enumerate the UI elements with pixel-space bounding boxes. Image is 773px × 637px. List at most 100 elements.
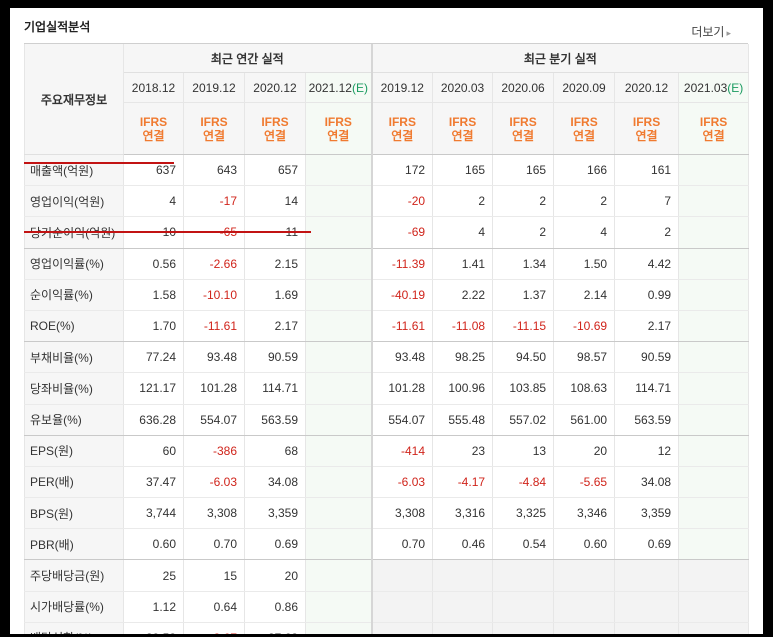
table-row: EPS(원) 60 -386 68 -414 23 13 20 12 bbox=[24, 435, 750, 467]
accounting-basis: IFRS 연결 bbox=[370, 102, 434, 155]
basis-line-2: 연결 bbox=[327, 128, 350, 143]
estimate-cell bbox=[678, 528, 750, 561]
value-cell: 98.25 bbox=[432, 341, 494, 374]
accounting-basis: IFRS 연결 bbox=[183, 102, 245, 155]
basis-line-2: 연결 bbox=[142, 128, 165, 143]
value-cell: 555.48 bbox=[432, 404, 494, 436]
value-cell: 114.71 bbox=[244, 372, 306, 405]
row-header-label: 주요재무정보 bbox=[24, 44, 124, 155]
estimate-cell bbox=[678, 466, 750, 499]
period-text: 2020.12 bbox=[624, 80, 669, 95]
table-row: 매출액(억원) 637 643 657 172 165 165 166 161 bbox=[24, 154, 750, 187]
value-cell: 68 bbox=[244, 435, 306, 467]
estimate-mark: (E) bbox=[727, 80, 744, 95]
row-label: PBR(배) bbox=[24, 528, 124, 561]
value-cell: 1.50 bbox=[553, 248, 616, 280]
value-cell: -4.17 bbox=[432, 466, 494, 499]
period-text: 2021.12 bbox=[308, 80, 352, 95]
row-label: 유보율(%) bbox=[24, 404, 124, 436]
value-cell: 15 bbox=[183, 559, 245, 592]
table-row: 영업이익률(%) 0.56 -2.66 2.15 -11.39 1.41 1.34 1.50 4… bbox=[24, 248, 750, 280]
value-cell: 101.28 bbox=[183, 372, 245, 405]
value-cell: -6.03 bbox=[370, 466, 434, 499]
table-row: 유보율(%) 636.28 554.07 563.59 554.07 555.48 557.… bbox=[24, 404, 750, 436]
estimate-cell bbox=[678, 497, 750, 530]
value-cell: 20 bbox=[244, 559, 306, 592]
value-cell bbox=[492, 622, 555, 634]
value-cell: 165 bbox=[492, 154, 555, 187]
estimate-cell bbox=[304, 404, 373, 436]
basis-line-1: IFRS bbox=[448, 114, 477, 129]
estimate-cell bbox=[304, 622, 373, 634]
estimate-cell bbox=[678, 341, 750, 374]
more-link[interactable]: 더보기 ▸ bbox=[691, 23, 731, 40]
value-cell: 1.70 bbox=[123, 310, 184, 343]
estimate-mark: (E) bbox=[351, 80, 368, 95]
estimate-cell bbox=[304, 591, 373, 623]
period-header: 2020.03 bbox=[432, 72, 494, 103]
accounting-basis: IFRS 연결 bbox=[123, 102, 184, 155]
value-cell: 0.60 bbox=[553, 528, 616, 561]
value-cell: 3,359 bbox=[614, 497, 680, 530]
value-cell: 94.50 bbox=[492, 341, 555, 374]
estimate-cell bbox=[304, 435, 373, 467]
table-row: 주당배당금(원) 25 15 20 bbox=[24, 559, 750, 592]
annual-group-header: 최근 연간 실적 bbox=[122, 44, 373, 73]
row-label: 영업이익(억원) bbox=[24, 185, 124, 218]
period-text: 2020.09 bbox=[562, 80, 606, 95]
value-cell: 0.56 bbox=[123, 248, 184, 280]
value-cell: -10.69 bbox=[553, 310, 616, 343]
value-cell: 2 bbox=[492, 185, 555, 218]
period-header: 2020.06 bbox=[492, 72, 555, 103]
value-cell: 3,308 bbox=[183, 497, 245, 530]
value-cell: 12 bbox=[614, 435, 680, 467]
value-cell: 3,744 bbox=[123, 497, 184, 530]
basis-line-1: IFRS bbox=[200, 114, 228, 129]
row-label: 주당배당금(원) bbox=[24, 559, 124, 592]
value-cell bbox=[553, 622, 616, 634]
value-cell: 2 bbox=[432, 185, 494, 218]
value-cell: 2.14 bbox=[553, 279, 616, 311]
value-cell: -5.65 bbox=[553, 466, 616, 499]
value-cell: 0.46 bbox=[432, 528, 494, 561]
value-cell: 1.41 bbox=[432, 248, 494, 280]
estimate-cell bbox=[678, 559, 750, 592]
estimate-cell bbox=[304, 216, 373, 249]
value-cell: -17 bbox=[183, 185, 245, 218]
chevron-right-icon: ▸ bbox=[726, 28, 731, 38]
value-cell: -2.66 bbox=[183, 248, 245, 280]
basis-line-1: IFRS bbox=[261, 114, 289, 129]
basis-line-2: 연결 bbox=[391, 128, 414, 143]
value-cell: 2.17 bbox=[244, 310, 306, 343]
value-cell: 0.70 bbox=[370, 528, 434, 561]
value-cell: 0.54 bbox=[492, 528, 555, 561]
value-cell: 3,308 bbox=[370, 497, 434, 530]
table-row: 배당성향(%)39.58-3.6727.63 bbox=[24, 622, 750, 634]
estimate-cell bbox=[304, 310, 373, 343]
value-cell: 3,325 bbox=[492, 497, 555, 530]
value-cell bbox=[614, 591, 680, 623]
value-cell: 1.69 bbox=[244, 279, 306, 311]
value-cell: 166 bbox=[553, 154, 616, 187]
value-cell: -11.08 bbox=[432, 310, 494, 343]
value-cell: -386 bbox=[183, 435, 245, 467]
value-cell bbox=[370, 622, 434, 634]
value-cell: 0.60 bbox=[123, 528, 184, 561]
value-cell: 90.59 bbox=[244, 341, 306, 374]
value-cell: 161 bbox=[614, 154, 680, 187]
estimate-cell bbox=[304, 341, 373, 374]
value-cell: 23 bbox=[432, 435, 494, 467]
row-label: PER(배) bbox=[24, 466, 124, 499]
underline-revenue bbox=[24, 162, 174, 164]
estimate-cell bbox=[304, 497, 373, 530]
value-cell: 1.12 bbox=[123, 591, 184, 623]
value-cell: 2.15 bbox=[244, 248, 306, 280]
value-cell: -40.19 bbox=[370, 279, 434, 311]
value-cell bbox=[370, 559, 434, 592]
value-cell: 3,359 bbox=[244, 497, 306, 530]
estimate-cell bbox=[678, 404, 750, 436]
value-cell: 557.02 bbox=[492, 404, 555, 436]
value-cell: 554.07 bbox=[183, 404, 245, 436]
value-cell: -10.10 bbox=[183, 279, 245, 311]
basis-line-2: 연결 bbox=[573, 128, 596, 143]
